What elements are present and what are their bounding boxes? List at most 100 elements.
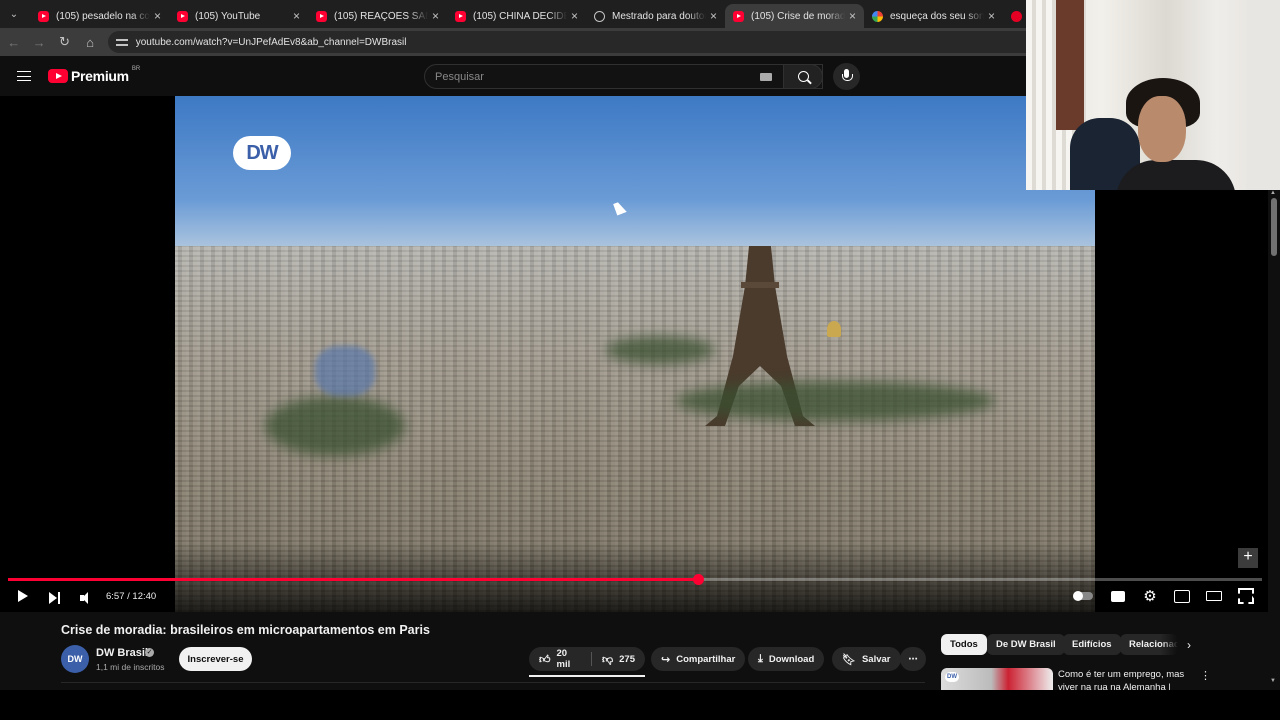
search-button[interactable] xyxy=(783,64,823,89)
close-tab-icon[interactable]: × xyxy=(154,9,161,23)
download-icon: ⤓ xyxy=(758,652,763,665)
browser-tab[interactable]: (105) pesadelo na cozinha × xyxy=(30,4,169,28)
fullscreen-icon[interactable] xyxy=(1238,588,1254,604)
channel-avatar[interactable]: DW xyxy=(61,645,89,673)
keyboard-icon[interactable] xyxy=(760,73,772,81)
miniplayer-icon[interactable] xyxy=(1174,588,1190,604)
recommendation-title[interactable]: Como é ter um emprego, mas viver na rua … xyxy=(1058,668,1190,690)
thumbs-up-icon: 👍︎ xyxy=(539,653,551,666)
browser-tab[interactable]: esqueça dos seu sonhos e × xyxy=(864,4,1003,28)
close-tab-icon[interactable]: × xyxy=(988,9,995,23)
tab-title: (105) YouTube xyxy=(195,10,261,22)
pinterest-icon xyxy=(1011,10,1022,22)
play-icon[interactable] xyxy=(18,590,28,602)
search-input[interactable]: Pesquisar xyxy=(424,64,823,89)
video-title: Crise de moradia: brasileiros em microap… xyxy=(61,623,430,637)
google-icon xyxy=(872,10,883,22)
scroll-up-icon[interactable]: ▲ xyxy=(1270,190,1276,196)
browser-tab[interactable]: (105) YouTube × xyxy=(169,4,308,28)
divider xyxy=(61,682,925,683)
chip-related[interactable]: Relacionad xyxy=(1120,634,1178,655)
next-video-icon[interactable] xyxy=(49,590,60,606)
progress-scrubber[interactable] xyxy=(692,574,704,585)
close-tab-icon[interactable]: × xyxy=(710,9,717,23)
wall xyxy=(1246,0,1280,190)
park-area xyxy=(605,336,715,364)
home-icon[interactable]: ⌂ xyxy=(78,35,101,50)
scrollbar-thumb[interactable] xyxy=(1271,198,1277,256)
add-icon[interactable]: + xyxy=(1238,548,1258,568)
verified-check-icon: ✓ xyxy=(145,648,154,657)
back-arrow-icon[interactable]: ← xyxy=(2,35,25,50)
forward-arrow-icon[interactable]: → xyxy=(27,35,50,50)
autoplay-toggle[interactable] xyxy=(1072,588,1094,604)
subscribe-button[interactable]: Inscrever-se xyxy=(179,647,252,671)
more-horizontal-icon: ⋯ xyxy=(908,653,918,665)
gear-icon[interactable] xyxy=(1142,588,1158,604)
browser-tab[interactable]: (105) CHINA DECIDE CON × xyxy=(447,4,586,28)
like-underline xyxy=(529,675,645,677)
download-button[interactable]: ⤓ Download xyxy=(748,647,825,671)
dislike-button[interactable]: 👎︎ 275 xyxy=(592,647,645,671)
chip-from-channel[interactable]: De DW Brasil xyxy=(987,634,1065,655)
bottom-bar xyxy=(0,690,1280,720)
more-vertical-icon[interactable]: ⋮ xyxy=(1200,669,1211,682)
save-button[interactable]: 🔖︎ Salvar xyxy=(832,647,901,671)
country-code: BR xyxy=(131,66,141,72)
recommendation-thumbnail[interactable]: DW xyxy=(941,668,1053,690)
browser-tab-active[interactable]: (105) Crise de moradia: b × xyxy=(725,4,864,28)
like-dislike-group: 👍︎ 20 mil 👎︎ 275 xyxy=(529,647,645,671)
close-tab-icon[interactable]: × xyxy=(849,9,856,23)
scroll-down-icon[interactable]: ▼ xyxy=(1270,678,1276,684)
tab-title: (105) REAÇÕES SANTISTA xyxy=(334,10,428,22)
close-tab-icon[interactable]: × xyxy=(293,9,300,23)
tab-title: (105) Crise de moradia: b xyxy=(751,10,845,22)
subtitles-icon[interactable] xyxy=(1110,588,1126,604)
channel-name-link[interactable]: DW Brasil xyxy=(96,647,148,659)
search-icon xyxy=(797,71,809,82)
youtube-play-logo-icon xyxy=(48,69,68,83)
close-tab-icon[interactable]: × xyxy=(432,9,439,23)
time-display: 6:57 / 12:40 xyxy=(106,591,157,602)
like-count: 20 mil xyxy=(556,648,571,670)
youtube-icon xyxy=(733,10,744,22)
golden-dome xyxy=(827,321,841,337)
globe-icon xyxy=(594,10,605,22)
browser-tab[interactable]: (105) REAÇÕES SANTISTA × xyxy=(308,4,447,28)
page-scrollbar[interactable]: ▲ ▼ xyxy=(1268,190,1280,690)
thumbs-down-icon: 👎︎ xyxy=(601,653,614,666)
share-button[interactable]: ↪ Compartilhar xyxy=(651,647,746,671)
browser-tab[interactable]: Mestrado para doutorado × xyxy=(586,4,725,28)
person-face xyxy=(1138,96,1186,162)
like-button[interactable]: 👍︎ 20 mil xyxy=(529,647,591,671)
youtube-icon xyxy=(38,10,49,22)
site-settings-icon[interactable] xyxy=(115,37,128,47)
save-label: Salvar xyxy=(861,653,891,665)
download-label: Download xyxy=(768,653,815,665)
youtube-premium-logo[interactable]: Premium BR xyxy=(48,66,141,84)
tab-title: (105) CHINA DECIDE CON xyxy=(473,10,567,22)
theater-mode-icon[interactable] xyxy=(1206,588,1222,604)
bookmark-icon: 🔖︎ xyxy=(842,653,856,666)
youtube-icon xyxy=(316,10,327,22)
progress-bar[interactable] xyxy=(8,574,1262,585)
tab-search-chevron-icon[interactable]: ⌄ xyxy=(4,4,24,24)
url-text: youtube.com/watch?v=UnJPefAdEv8&ab_chann… xyxy=(135,36,407,48)
volume-icon[interactable] xyxy=(80,590,88,606)
chip-all[interactable]: Todos xyxy=(941,634,987,655)
logo-text: Premium xyxy=(71,68,129,84)
reload-icon[interactable]: ↻ xyxy=(53,34,76,50)
youtube-icon xyxy=(177,10,188,22)
voice-search-mic-icon[interactable] xyxy=(833,63,860,90)
park-area xyxy=(675,381,995,421)
chip-buildings[interactable]: Edifícios xyxy=(1063,634,1121,655)
subscriber-count: 1,1 mi de inscritos xyxy=(96,662,165,672)
tab-title: esqueça dos seu sonhos e xyxy=(890,10,984,22)
tab-title: Mestrado para doutorado xyxy=(612,10,706,22)
chevron-right-icon[interactable]: › xyxy=(1187,638,1191,652)
menu-icon[interactable] xyxy=(17,71,31,81)
wooden-door xyxy=(1056,0,1084,130)
more-actions-button[interactable]: ⋯ xyxy=(900,647,926,671)
video-frame-paris-skyline[interactable]: DW xyxy=(175,96,1095,612)
close-tab-icon[interactable]: × xyxy=(571,9,578,23)
